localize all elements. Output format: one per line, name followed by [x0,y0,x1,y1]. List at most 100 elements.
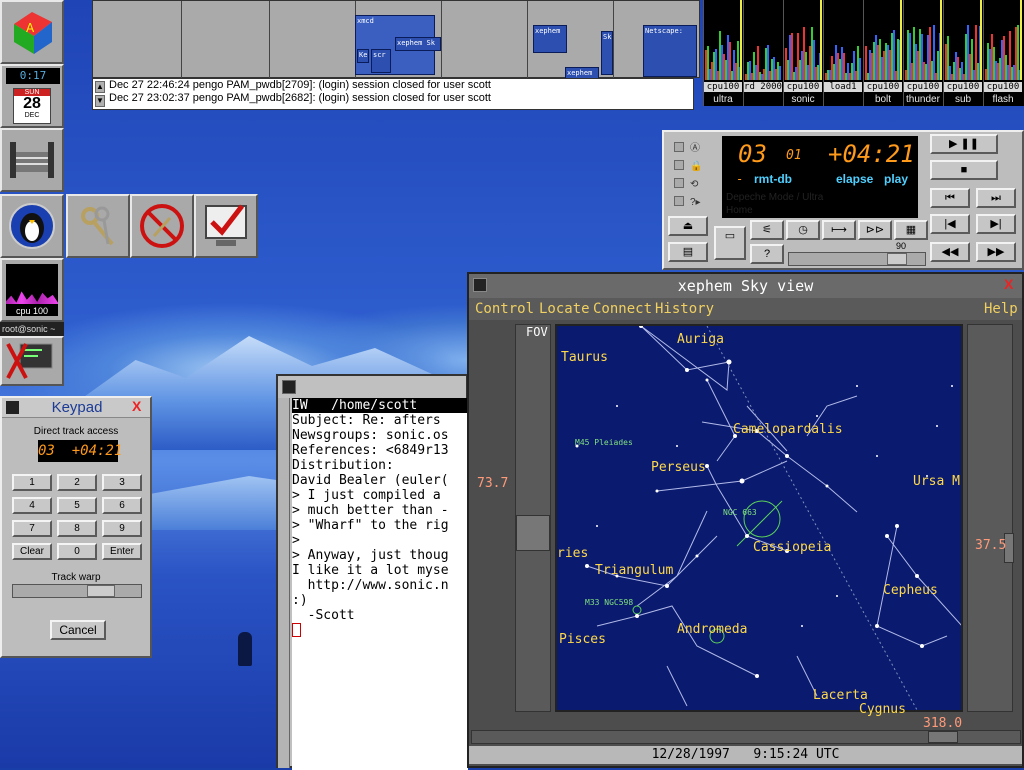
keypad-key-8[interactable]: 8 [57,520,97,537]
terminal-scrollbar[interactable] [278,398,290,768]
track-warp-thumb [87,585,115,597]
terminal-line: http://www.sonic.n [292,578,449,593]
constellation-label[interactable]: Auriga [677,332,724,347]
checkbox-monitor-button[interactable] [194,194,258,258]
cd-track-number: 03 [738,140,767,168]
menu-connect[interactable]: Connect [593,301,652,317]
program-button[interactable]: ▤ [668,242,708,262]
previous-index-button[interactable]: |◀ [930,214,970,234]
fov-scale[interactable] [967,324,1014,712]
terminal-titlebar[interactable] [278,376,466,398]
wm-logo-button[interactable]: A [0,0,64,64]
keys-app-button[interactable] [66,194,130,258]
constellation-label[interactable]: Taurus [561,350,608,365]
altitude-value: 73.7 [477,476,509,491]
deep-sky-object-label[interactable]: NGC 663 [723,508,757,517]
bed-app-button[interactable] [0,128,64,192]
keypad-titlebar[interactable]: Keypad X [2,398,150,418]
constellation-label[interactable]: Lacerta [813,688,868,703]
previous-track-button[interactable]: ⏮ [930,188,970,208]
cd-help-button[interactable]: ? [750,244,784,264]
next-index-button[interactable]: ▶| [976,214,1016,234]
altitude-slider-thumb [516,515,550,551]
linux-penguin-button[interactable] [0,194,64,258]
fast-forward-button[interactable]: ▶▶ [976,242,1016,262]
close-icon[interactable]: X [1004,276,1013,292]
rewind-button[interactable]: ◀◀ [930,242,970,262]
keypad-subtitle: Direct track access [33,426,119,437]
constellation-label[interactable]: Ursa M [913,474,960,489]
sky-chart[interactable]: Auriga Taurus Camelopardalis Perseus Urs… [555,324,963,717]
constellation-label[interactable]: Andromeda [677,622,747,637]
pager-window[interactable]: xephem Sk [395,37,441,51]
pager-window[interactable]: Sk [601,31,613,75]
menu-history[interactable]: History [655,301,714,317]
pager-window[interactable]: xephem [533,25,567,53]
stop-button[interactable]: ■ [930,160,998,180]
keypad-key-9[interactable]: 9 [102,520,142,537]
keypad-key-3[interactable]: 3 [102,474,142,491]
cpu-graph-host: thunder [906,94,940,105]
cpu-graph-host: flash [992,94,1014,105]
cancel-button[interactable]: Cancel [50,620,106,640]
virtual-desktop-pager[interactable]: xmcd xephem Sk Ke scr xephem xephem Sk N… [92,0,700,79]
constellation-label[interactable]: Camelopardalis [733,422,843,437]
menu-help[interactable]: Help [984,301,1018,317]
cd-mode-icons: Ⓐ 🔒 ⟲ ?▸ [690,143,703,208]
scroll-down-arrow-icon[interactable]: ▼ [95,95,105,107]
xterm-launcher-button[interactable] [0,336,64,386]
xephem-titlebar[interactable]: xephem Sky view [469,274,1022,298]
menu-control[interactable]: Control [475,301,534,317]
clock-display: 0:17 [6,68,60,84]
keypad-key-enter[interactable]: Enter [102,543,142,560]
keypad-key-1[interactable]: 1 [12,474,52,491]
constellation-label[interactable]: Cygnus [859,702,906,717]
constellation-label[interactable]: Triangulum [595,563,673,578]
playlist-button[interactable]: ▭ [714,226,746,260]
sample-button[interactable]: ⊳⊳ [858,220,892,240]
cd-mode-elapse: elapse [836,172,874,186]
azimuth-scale[interactable] [471,730,1021,744]
equalizer-button[interactable]: ⚟ [750,220,784,240]
pager-window[interactable]: Ke [357,49,369,63]
keypad-button[interactable]: ▦ [894,220,928,240]
constellation-label[interactable]: Perseus [651,460,706,475]
keypad-key-6[interactable]: 6 [102,497,142,514]
cpu-graph-label: cpu100 [704,82,742,92]
pager-window[interactable]: Netscape: [643,25,697,77]
deep-sky-object-label[interactable]: M45 Pleiades [575,438,633,447]
next-track-button[interactable]: ⏭ [976,188,1016,208]
cpu-graph-host: sonic [791,94,815,105]
keypad-key-0[interactable]: 0 [57,543,97,560]
close-icon[interactable]: X [132,398,141,414]
track-warp-slider[interactable] [12,584,142,598]
scroll-up-arrow-icon[interactable]: ▲ [95,81,105,93]
eject-button[interactable]: ⏏ [668,216,708,236]
no-keys-button[interactable] [130,194,194,258]
pager-window[interactable]: scr [371,49,391,73]
cd-mode-checkboxes[interactable] [674,138,686,208]
constellation-label[interactable]: Cassiopeia [753,540,831,555]
window-menu-icon[interactable] [6,401,19,414]
ab-repeat-button[interactable]: ⟼ [822,220,856,240]
cpu-mini-graph: cpu 100 [6,264,58,316]
keypad-key-2[interactable]: 2 [57,474,97,491]
keypad-key-clear[interactable]: Clear [12,543,52,560]
constellation-label[interactable]: Cepheus [883,583,938,598]
menu-locate[interactable]: Locate [539,301,590,317]
timer-button[interactable]: ◷ [786,220,820,240]
altitude-scale[interactable]: FOV [515,324,551,712]
window-menu-icon[interactable] [473,278,487,292]
terminal-text-area[interactable]: IW /home/scott Subject: Re: afters Newsgr… [292,398,468,770]
deep-sky-object-label[interactable]: M33 NGC598 [585,598,633,607]
clock-calendar-dock[interactable]: 0:17 SUN 28 DEC [0,64,64,128]
play-pause-button[interactable]: ▶ ❚❚ [930,134,998,154]
constellation-label[interactable]: Pisces [559,632,606,647]
constellation-label[interactable]: ries [557,546,588,561]
keypad-key-7[interactable]: 7 [12,520,52,537]
cd-mode-play: play [884,172,909,186]
keypad-key-5[interactable]: 5 [57,497,97,514]
window-menu-icon[interactable] [282,380,296,394]
volume-slider[interactable] [788,252,926,266]
keypad-key-4[interactable]: 4 [12,497,52,514]
